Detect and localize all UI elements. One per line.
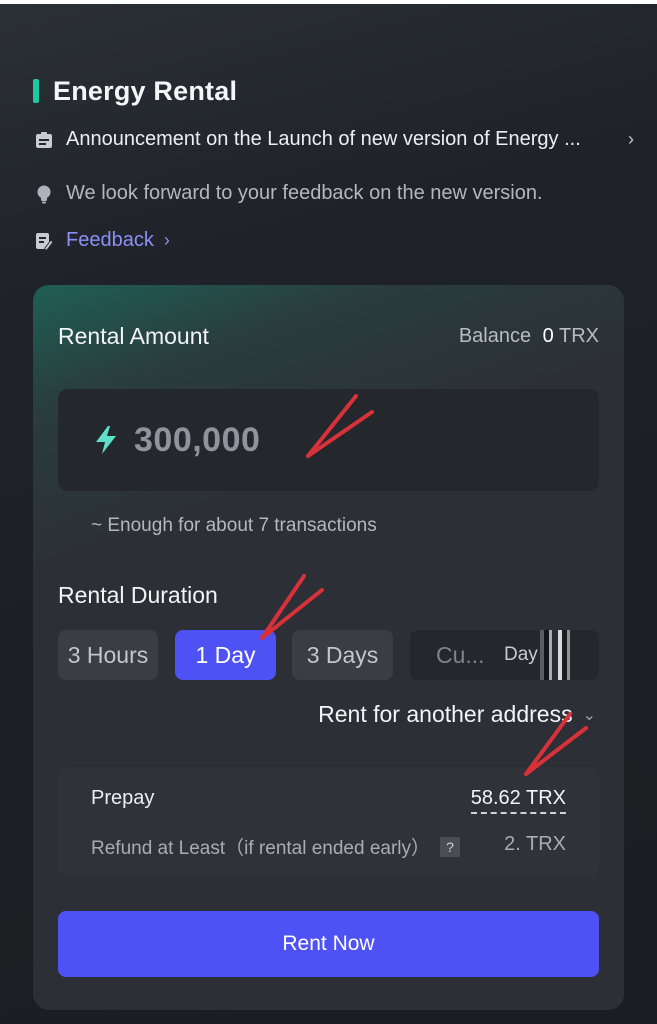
rent-now-button[interactable]: Rent Now	[58, 911, 599, 977]
feedback-note-text: We look forward to your feedback on the …	[66, 182, 543, 204]
custom-duration-placeholder: Cu...	[436, 641, 485, 668]
page-title: Energy Rental	[53, 75, 238, 106]
lightning-bolt-icon	[96, 426, 116, 454]
balance-value: 0	[542, 325, 554, 347]
annotation-arrow	[524, 712, 588, 776]
announcement-text: Announcement on the Launch of new versio…	[66, 128, 581, 150]
edit-note-icon	[34, 231, 54, 251]
feedback-note: We look forward to your feedback on the …	[34, 182, 543, 205]
amount-value: 300,000	[134, 420, 261, 459]
refund-label: Refund at Least（if rental ended early）	[91, 838, 431, 859]
prepay-value[interactable]: 58.62 TRX	[470, 787, 566, 814]
announcement-link[interactable]: Announcement on the Launch of new versio…	[34, 128, 634, 151]
chevron-right-icon: ›	[628, 129, 634, 149]
redaction-overlay	[540, 630, 574, 680]
feedback-label: Feedback	[66, 229, 154, 251]
feedback-link[interactable]: Feedback ›	[34, 229, 170, 252]
balance-unit: TRX	[559, 325, 599, 347]
duration-option-3-hours[interactable]: 3 Hours	[58, 630, 158, 680]
clipboard-icon	[34, 130, 54, 150]
title-accent-bar	[33, 79, 39, 103]
rental-amount-label: Rental Amount	[58, 323, 209, 349]
rental-duration-label: Rental Duration	[58, 582, 218, 608]
transactions-estimate: ~ Enough for about 7 transactions	[91, 515, 377, 536]
page-header: Energy Rental	[33, 72, 237, 110]
balance-label: Balance	[458, 325, 532, 347]
prepay-label: Prepay	[91, 787, 155, 809]
custom-duration-unit: Day	[504, 644, 538, 665]
balance-display: Balance 0 TRX	[459, 325, 599, 348]
chevron-right-icon: ›	[163, 230, 170, 250]
payment-summary: Prepay 58.62 TRX Refund at Least（if rent…	[58, 767, 599, 877]
custom-duration-input[interactable]: Cu... Day	[410, 630, 599, 680]
annotation-arrow	[260, 574, 324, 640]
refund-value: 2. TRX	[504, 833, 566, 855]
lightbulb-icon	[34, 184, 54, 204]
refund-label-row: Refund at Least（if rental ended early） ?	[91, 833, 461, 860]
help-icon[interactable]: ?	[440, 836, 461, 857]
annotation-arrow	[306, 394, 374, 458]
